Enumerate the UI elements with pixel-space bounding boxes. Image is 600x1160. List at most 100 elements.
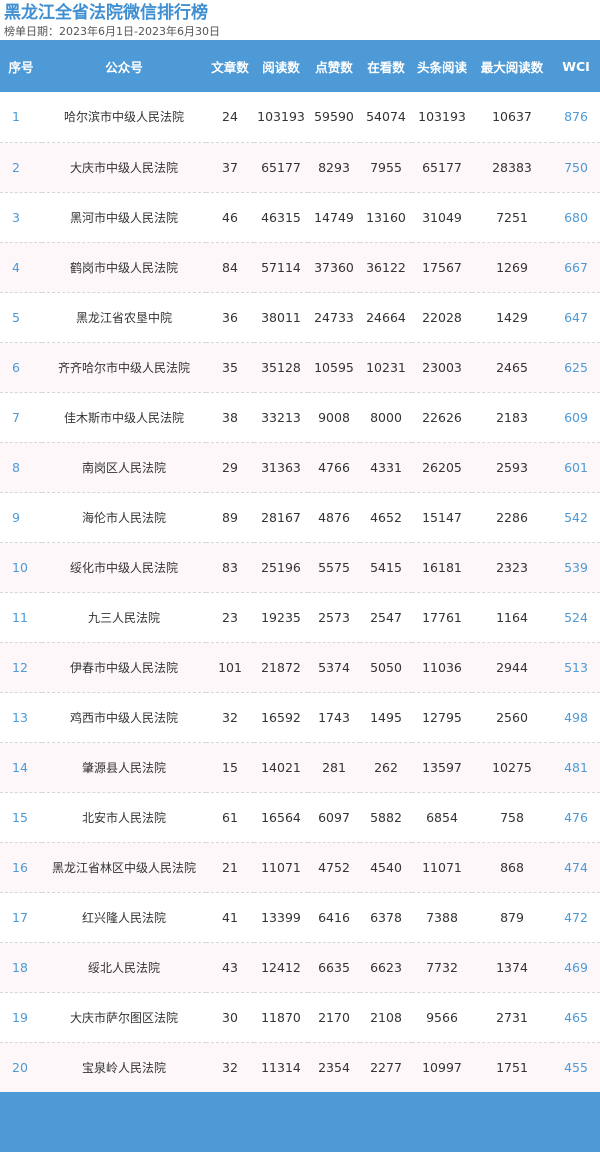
cell-likes: 5374: [318, 659, 350, 675]
cell-reads: 11870: [261, 1009, 301, 1025]
cell-articles: 89: [222, 509, 238, 525]
cell-reads: 57114: [261, 259, 301, 275]
cell-likes: 8293: [318, 159, 350, 175]
table-row: 6 齐齐哈尔市中级人民法院 35 35128 10595 10231 23003 2465 62…: [0, 342, 600, 392]
cell-watching: 6378: [370, 909, 402, 925]
cell-max-reads: 2183: [496, 409, 528, 425]
cell-max-reads: 2731: [496, 1009, 528, 1025]
table-row: 18 绥北人民法院 43 12412 6635 6623 7732 1374 469: [0, 942, 600, 992]
cell-max-reads: 1429: [496, 309, 528, 325]
cell-watching: 6623: [370, 959, 402, 975]
cell-likes: 24733: [314, 309, 354, 325]
cell-rank: 6: [12, 359, 20, 375]
cell-reads: 13399: [261, 909, 301, 925]
cell-wci: 539: [564, 559, 588, 575]
cell-account: 大庆市中级人民法院: [69, 160, 178, 175]
cell-reads: 25196: [261, 559, 301, 575]
cell-account: 黑河市中级人民法院: [69, 210, 178, 225]
cell-articles: 43: [222, 959, 238, 975]
cell-max-reads: 1164: [496, 609, 528, 625]
cell-rank: 19: [12, 1009, 28, 1025]
cell-likes: 4752: [318, 859, 350, 875]
cell-rank: 7: [12, 409, 20, 425]
cell-likes: 6416: [318, 909, 350, 925]
cell-headline-reads: 16181: [422, 559, 462, 575]
cell-wci: 455: [564, 1059, 588, 1075]
cell-rank: 18: [12, 959, 28, 975]
cell-max-reads: 10275: [492, 759, 532, 775]
cell-reads: 31363: [261, 459, 301, 475]
cell-account: 大庆市萨尔图区法院: [69, 1010, 178, 1025]
cell-account: 哈尔滨市中级人民法院: [63, 110, 184, 125]
cell-max-reads: 2323: [496, 559, 528, 575]
table-row: 20 宝泉岭人民法院 32 11314 2354 2277 10997 1751 455: [0, 1042, 600, 1092]
cell-headline-reads: 9566: [426, 1009, 458, 1025]
cell-watching: 262: [374, 759, 398, 775]
cell-wci: 472: [564, 909, 588, 925]
cell-wci: 667: [564, 259, 588, 275]
cell-likes: 6097: [318, 809, 350, 825]
table-row: 19 大庆市萨尔图区法院 30 11870 2170 2108 9566 2731 465: [0, 992, 600, 1042]
cell-headline-reads: 17567: [422, 259, 462, 275]
cell-reads: 38011: [261, 309, 301, 325]
cell-likes: 6635: [318, 959, 350, 975]
cell-watching: 36122: [366, 259, 406, 275]
cell-max-reads: 2560: [496, 709, 528, 725]
cell-reads: 46315: [261, 209, 301, 225]
cell-rank: 3: [12, 209, 20, 225]
cell-articles: 32: [222, 709, 238, 725]
cell-rank: 14: [12, 759, 28, 775]
cell-watching: 54074: [366, 109, 406, 125]
cell-likes: 2573: [318, 609, 350, 625]
cell-wci: 750: [564, 159, 588, 175]
cell-rank: 2: [12, 159, 20, 175]
cell-max-reads: 1751: [496, 1059, 528, 1075]
cell-likes: 9008: [318, 409, 350, 425]
table-row: 3 黑河市中级人民法院 46 46315 14749 13160 31049 7251 680: [0, 192, 600, 242]
column-header-articles: 文章数: [211, 59, 249, 75]
cell-max-reads: 2465: [496, 359, 528, 375]
cell-headline-reads: 10997: [422, 1059, 462, 1075]
cell-articles: 41: [222, 909, 238, 925]
cell-watching: 4652: [370, 509, 402, 525]
cell-wci: 524: [564, 609, 588, 625]
cell-account: 北安市人民法院: [81, 810, 166, 825]
cell-watching: 7955: [370, 159, 402, 175]
cell-likes: 59590: [314, 109, 354, 125]
cell-rank: 10: [12, 559, 28, 575]
cell-headline-reads: 103193: [418, 109, 466, 125]
cell-wci: 474: [564, 859, 588, 875]
cell-wci: 601: [564, 459, 588, 475]
cell-max-reads: 868: [500, 859, 524, 875]
cell-headline-reads: 11036: [422, 659, 462, 675]
cell-rank: 20: [12, 1059, 28, 1075]
cell-rank: 15: [12, 809, 28, 825]
footer-bar: [0, 1092, 600, 1152]
date-range: 榜单日期：2023年6月1日-2023年6月30日: [4, 25, 220, 38]
cell-max-reads: 879: [500, 909, 524, 925]
cell-articles: 15: [222, 759, 238, 775]
cell-account: 九三人民法院: [87, 610, 160, 625]
cell-account: 海伦市人民法院: [81, 510, 166, 525]
cell-articles: 29: [222, 459, 238, 475]
cell-likes: 14749: [314, 209, 354, 225]
cell-account: 鸡西市中级人民法院: [69, 710, 178, 725]
cell-articles: 30: [222, 1009, 238, 1025]
table-row: 9 海伦市人民法院 89 28167 4876 4652 15147 2286 542: [0, 492, 600, 542]
cell-rank: 12: [12, 659, 28, 675]
cell-headline-reads: 12795: [422, 709, 462, 725]
table-row: 17 红兴隆人民法院 41 13399 6416 6378 7388 879 472: [0, 892, 600, 942]
cell-articles: 46: [222, 209, 238, 225]
cell-max-reads: 2593: [496, 459, 528, 475]
header-row: 序号 公众号 文章数 阅读数 点赞数 在看数 头条阅读 最大阅读数 WCI: [0, 40, 600, 92]
cell-account: 伊春市中级人民法院: [69, 660, 178, 675]
cell-watching: 5415: [370, 559, 402, 575]
cell-max-reads: 10637: [492, 109, 532, 125]
cell-account: 肇源县人民法院: [81, 760, 166, 775]
cell-account: 南岗区人民法院: [81, 460, 166, 475]
column-header-max-reads: 最大阅读数: [480, 59, 544, 75]
cell-account: 鹤岗市中级人民法院: [69, 260, 178, 275]
cell-likes: 10595: [314, 359, 354, 375]
cell-wci: 465: [564, 1009, 588, 1025]
cell-reads: 12412: [261, 959, 301, 975]
